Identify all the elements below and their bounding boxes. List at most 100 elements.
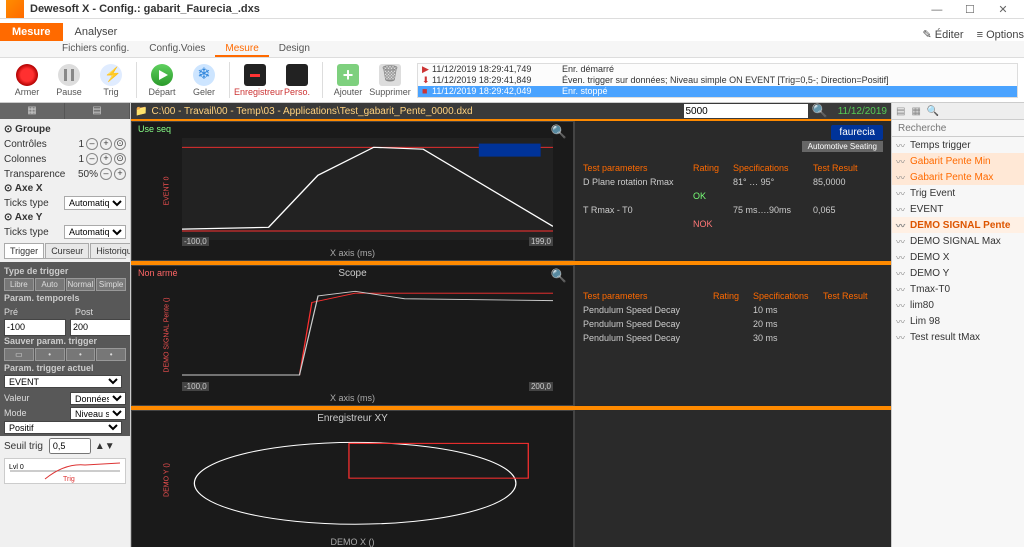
- channel-item[interactable]: 〰DEMO SIGNAL Max: [892, 233, 1024, 249]
- event-log[interactable]: ▶11/12/2019 18:29:41,749Enr. démarré ⬇11…: [417, 63, 1018, 98]
- tab-curseur[interactable]: Curseur: [45, 243, 89, 258]
- window-buttons: — ☐ ✕: [922, 3, 1018, 16]
- channel-item[interactable]: 〰Test result tMax: [892, 329, 1024, 345]
- inc-icon[interactable]: +: [100, 138, 112, 150]
- svg-text:Lvl 0: Lvl 0: [9, 464, 24, 471]
- channel-item[interactable]: 〰Lim 98: [892, 313, 1024, 329]
- trig-libre[interactable]: Libre: [4, 278, 34, 291]
- wave-icon: 〰: [896, 315, 910, 328]
- channel-label: DEMO SIGNAL Max: [910, 236, 1001, 247]
- tab-analyser[interactable]: Analyser: [63, 23, 130, 41]
- channel-item[interactable]: 〰DEMO Y: [892, 265, 1024, 281]
- channel-item[interactable]: 〰DEMO X: [892, 249, 1024, 265]
- axex-ticks-select[interactable]: Automatique: [64, 196, 126, 210]
- channel-item[interactable]: 〰DEMO SIGNAL Pente: [892, 217, 1024, 233]
- armer-button[interactable]: Armer: [6, 64, 48, 97]
- channel-item[interactable]: 〰Gabarit Pente Min: [892, 153, 1024, 169]
- seuil-input[interactable]: [49, 438, 91, 454]
- info-panel-3: [574, 410, 891, 547]
- enregistreur-button[interactable]: ▬Enregistreur: [234, 64, 276, 97]
- rp-view3-icon[interactable]: 🔍: [927, 106, 939, 117]
- trig-button[interactable]: Trig: [90, 64, 132, 97]
- channel-search-input[interactable]: [896, 122, 1024, 135]
- channel-label: Gabarit Pente Min: [910, 156, 991, 167]
- center-area: 📁 C:\00 - Travail\00 - Temp\03 - Applica…: [131, 103, 891, 547]
- path-value-input[interactable]: [684, 104, 808, 118]
- subtab-voies[interactable]: Config.Voies: [139, 41, 215, 57]
- chart-3-xy[interactable]: Enregistreur XY DEMO Y () DEMO X (): [131, 410, 574, 547]
- info-panel-2: Test parametersRatingSpecificationsTest …: [574, 265, 891, 405]
- channel-item[interactable]: 〰Trig Event: [892, 185, 1024, 201]
- channel-label: Gabarit Pente Max: [910, 172, 993, 183]
- lp-tab1-icon[interactable]: ▦: [0, 103, 65, 119]
- rp-view1-icon[interactable]: ▤: [896, 106, 905, 117]
- channel-label: DEMO X: [910, 252, 949, 263]
- pre-input[interactable]: [4, 319, 66, 336]
- sub-tabs: Fichiers config. Config.Voies Mesure Des…: [0, 41, 1024, 58]
- subtab-mesure[interactable]: Mesure: [215, 41, 268, 57]
- wave-icon: 〰: [896, 283, 910, 296]
- channel-label: Trig Event: [910, 188, 955, 199]
- wave-icon: 〰: [896, 267, 910, 280]
- chart-1[interactable]: Use seq 🔍 EVENT 0 X axis (ms) -100,0 199…: [131, 121, 574, 261]
- trig-auto[interactable]: Auto: [35, 278, 65, 291]
- valeur-select[interactable]: Données Réell: [70, 392, 126, 405]
- folder-icon[interactable]: 📁: [135, 106, 147, 117]
- channel-label: DEMO SIGNAL Pente: [910, 220, 1010, 231]
- supprimer-button[interactable]: 🗑Supprimer: [369, 64, 411, 97]
- tab-trigger[interactable]: Trigger: [4, 243, 44, 258]
- event-select[interactable]: EVENT: [4, 375, 122, 388]
- channel-item[interactable]: 〰EVENT: [892, 201, 1024, 217]
- channel-item[interactable]: 〰Temps trigger: [892, 137, 1024, 153]
- trig-normal[interactable]: Normal: [66, 278, 96, 291]
- subtab-files[interactable]: Fichiers config.: [52, 41, 139, 57]
- rp-view2-icon[interactable]: ▦: [911, 106, 920, 117]
- search-icon[interactable]: 🔍: [812, 103, 828, 119]
- tab-mesure[interactable]: Mesure: [0, 23, 63, 41]
- reset-icon[interactable]: ⊙: [114, 138, 126, 150]
- post-input[interactable]: [70, 319, 131, 336]
- wave-icon: 〰: [896, 235, 910, 248]
- channel-label: Tmax-T0: [910, 284, 950, 295]
- channel-item[interactable]: 〰lim80: [892, 297, 1024, 313]
- close-button[interactable]: ✕: [988, 3, 1018, 16]
- wave-icon: 〰: [896, 171, 910, 184]
- right-panel: ▤▦🔍 🔍 〰Temps trigger〰Gabarit Pente Min〰G…: [891, 103, 1024, 547]
- ajouter-button[interactable]: +Ajouter: [327, 64, 369, 97]
- sauver-label: Sauver param. trigger: [4, 336, 126, 346]
- direction-select[interactable]: Positif: [4, 421, 122, 434]
- depart-button[interactable]: Départ: [141, 64, 183, 97]
- axey-ticks-select[interactable]: Automatique: [64, 225, 126, 239]
- wave-icon: 〰: [896, 187, 910, 200]
- section-groupe: ⊙ Groupe: [4, 124, 126, 135]
- wave-icon: 〰: [896, 219, 910, 232]
- mode-select[interactable]: Niveau simple: [70, 407, 126, 420]
- save-slot[interactable]: ▭: [4, 348, 34, 361]
- titlebar: Dewesoft X - Config.: gabarit_Faurecia_.…: [0, 0, 1024, 19]
- zoom-icon[interactable]: 🔍: [551, 268, 567, 284]
- lp-tab2-icon[interactable]: ▤: [65, 103, 130, 119]
- trig-simple[interactable]: Simple: [96, 278, 126, 291]
- wave-icon: 〰: [896, 251, 910, 264]
- left-panel: ▦▤ ⊙ Groupe Contrôles1–+⊙ Colonnes1–+⊙ T…: [0, 103, 131, 547]
- pause-button[interactable]: Pause: [48, 64, 90, 97]
- wave-icon: 〰: [896, 299, 910, 312]
- main-tabs: Mesure Analyser ✎ Éditer ≡ Options: [0, 19, 1024, 41]
- channel-item[interactable]: 〰Gabarit Pente Max: [892, 169, 1024, 185]
- maximize-button[interactable]: ☐: [955, 3, 985, 16]
- geler-button[interactable]: ❄Geler: [183, 64, 225, 97]
- tab-historique[interactable]: Historique: [90, 243, 131, 258]
- section-axey: ⊙ Axe Y: [4, 212, 126, 223]
- perso-button[interactable]: Perso.: [276, 64, 318, 97]
- minimize-button[interactable]: —: [922, 4, 952, 16]
- dec-icon[interactable]: –: [86, 138, 98, 150]
- zoom-icon[interactable]: 🔍: [551, 124, 567, 140]
- options-link[interactable]: ≡ Options: [977, 29, 1024, 41]
- editer-link[interactable]: ✎ Éditer: [923, 29, 964, 41]
- channel-item[interactable]: 〰Tmax-T0: [892, 281, 1024, 297]
- chart-2-scope[interactable]: Non armé Scope 🔍 DEMO SIGNAL Pente () X …: [131, 265, 574, 405]
- date-label: 11/12/2019: [838, 106, 887, 117]
- info-panel-1: faurecia Automotive Seating Test paramet…: [574, 121, 891, 261]
- subtab-design[interactable]: Design: [269, 41, 320, 57]
- svg-text:Trig: Trig: [63, 476, 75, 483]
